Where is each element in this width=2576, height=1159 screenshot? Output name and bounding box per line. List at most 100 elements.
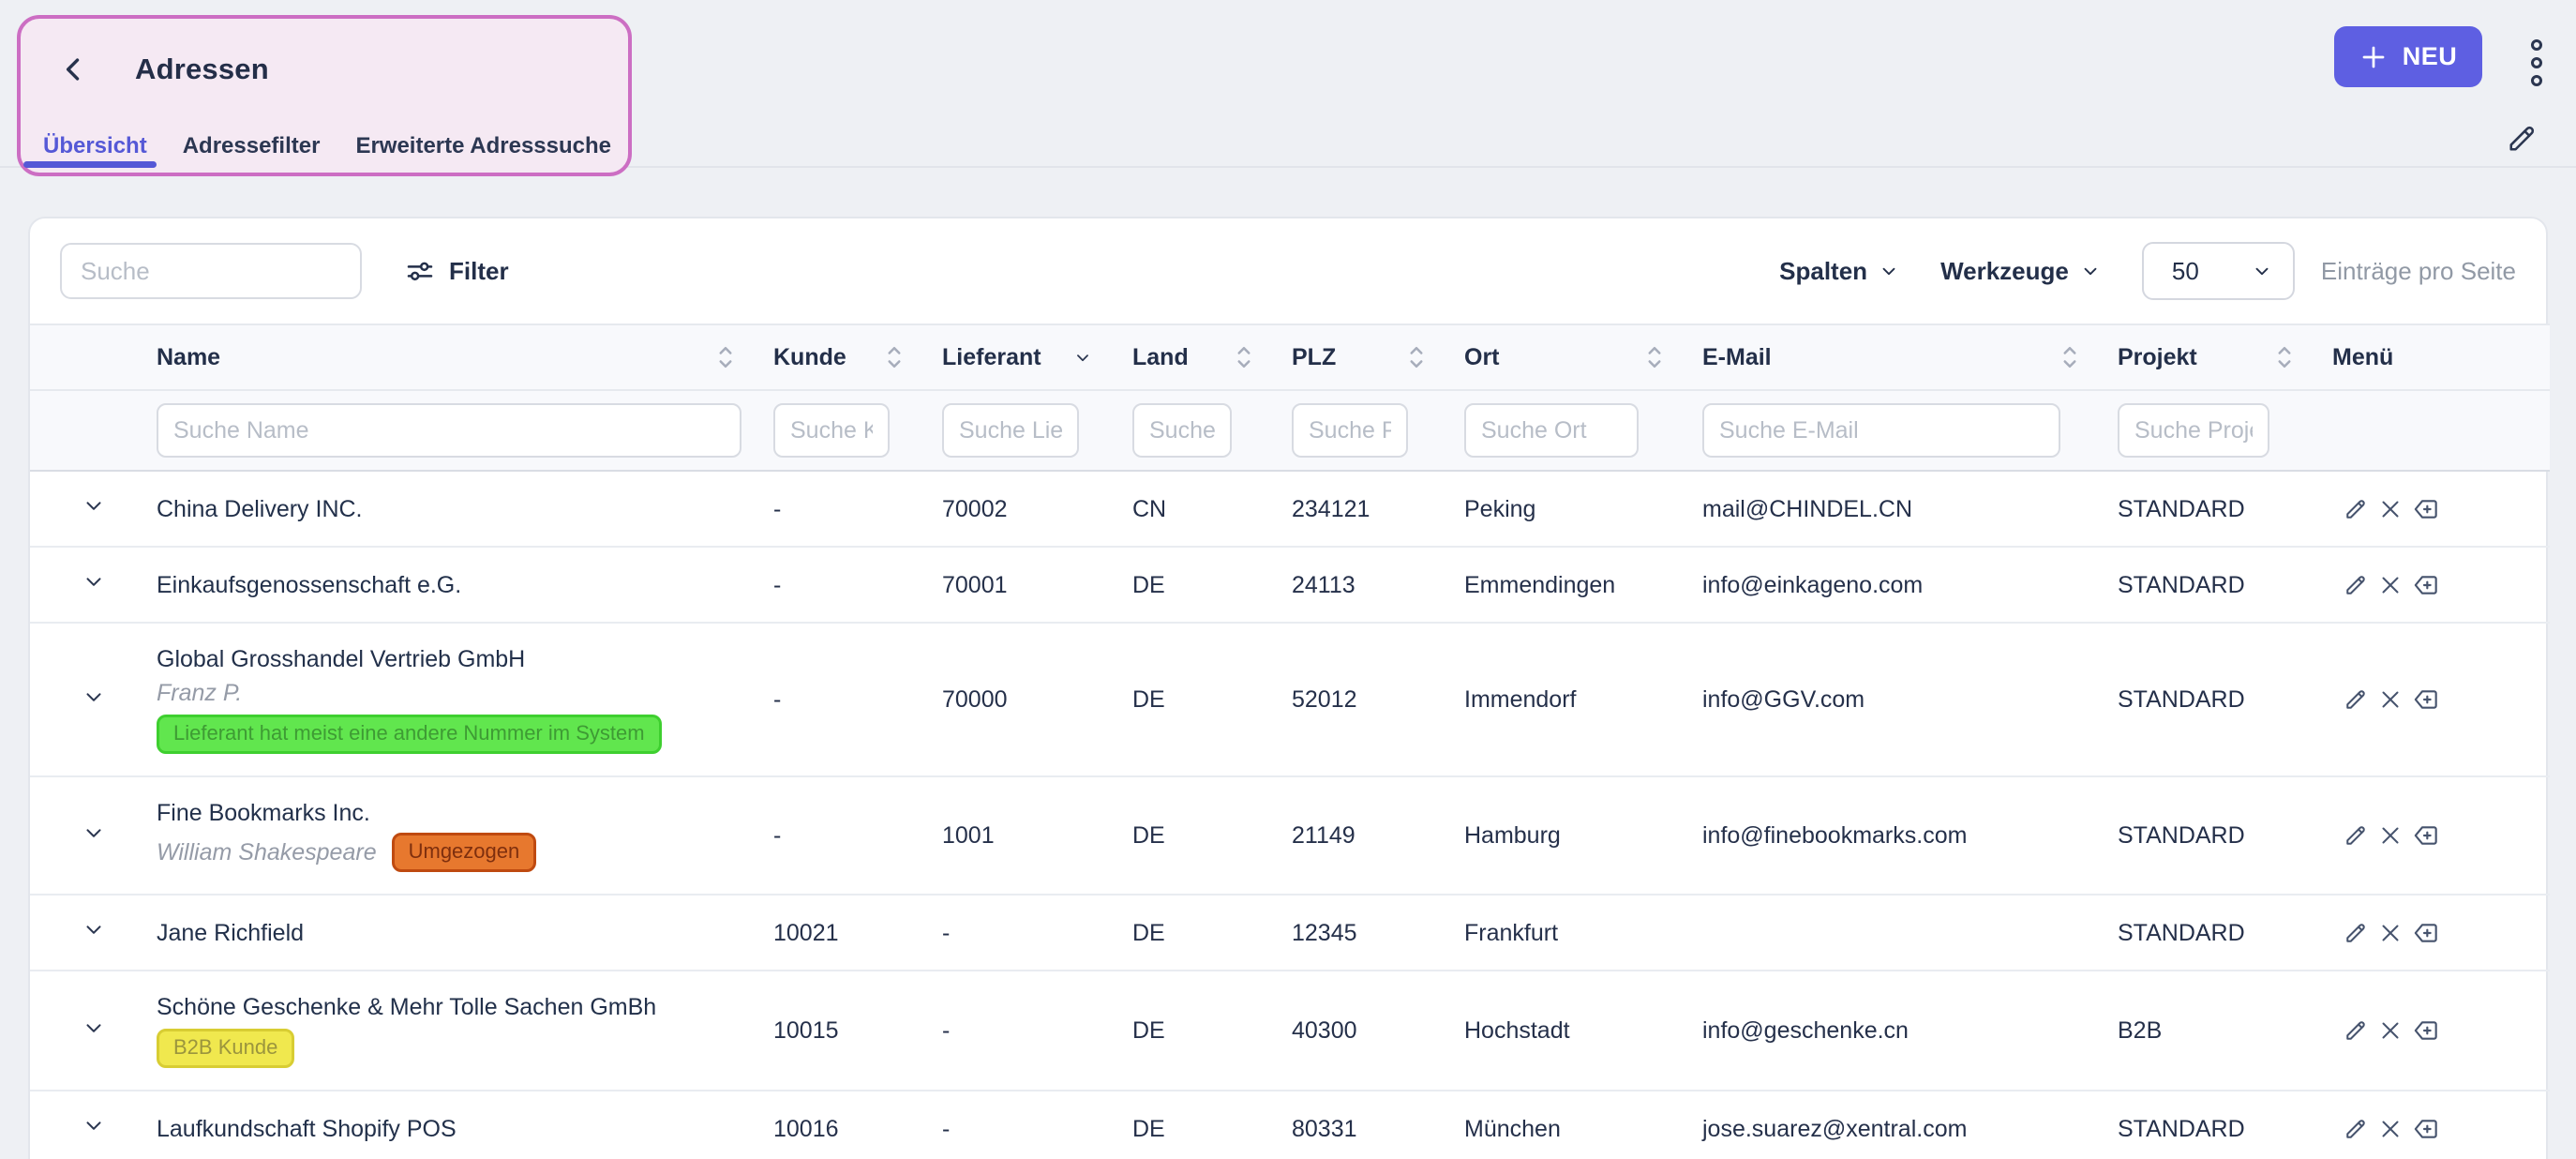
- row-expand-button[interactable]: [82, 1113, 106, 1137]
- row-edit-button[interactable]: [2342, 1016, 2370, 1045]
- row-edit-button[interactable]: [2342, 495, 2370, 523]
- row-tag-add-button[interactable]: [2411, 570, 2441, 600]
- lieferant-cell: 70001: [942, 547, 1132, 623]
- row-delete-button[interactable]: [2376, 685, 2404, 714]
- name-cell: Schöne Geschenke & Mehr Tolle Sachen GmB…: [157, 971, 773, 1091]
- row-name: Laufkundschaft Shopify POS: [157, 1115, 755, 1143]
- row-edit-button[interactable]: [2342, 571, 2370, 599]
- chevron-down-icon: [2080, 261, 2101, 281]
- plz-cell: 12345: [1292, 895, 1464, 971]
- row-edit-button[interactable]: [2342, 919, 2370, 947]
- ort-cell: Hochstadt: [1464, 971, 1702, 1091]
- column-header-plz[interactable]: PLZ: [1292, 324, 1464, 390]
- row-tag-add-button[interactable]: [2411, 494, 2441, 524]
- projekt-cell: STANDARD: [2118, 895, 2332, 971]
- sort-icon[interactable]: [2276, 343, 2293, 371]
- row-delete-button[interactable]: [2376, 1016, 2404, 1045]
- row-edit-button[interactable]: [2342, 1115, 2370, 1143]
- column-search-plz[interactable]: [1292, 403, 1408, 458]
- tab-übersicht[interactable]: Übersicht: [43, 133, 147, 159]
- column-search-ort[interactable]: [1464, 403, 1639, 458]
- column-search-name[interactable]: [157, 403, 741, 458]
- lieferant-cell: -: [942, 895, 1132, 971]
- column-header-lieferant[interactable]: Lieferant: [942, 324, 1132, 390]
- sort-desc-icon[interactable]: [1072, 347, 1093, 368]
- projekt-cell: STANDARD: [2118, 623, 2332, 776]
- pencil-icon: [2342, 495, 2370, 523]
- neu-button[interactable]: NEU: [2334, 26, 2482, 87]
- column-search-row: [30, 390, 2550, 471]
- active-tab-underline: [23, 161, 157, 168]
- row-expand-button[interactable]: [82, 1016, 106, 1040]
- pencil-icon: [2342, 685, 2370, 714]
- page-header-highlight: Adressen ÜbersichtAdressefilterErweitert…: [17, 15, 632, 176]
- sort-icon[interactable]: [2061, 343, 2078, 371]
- tab-adressefilter[interactable]: Adressefilter: [183, 133, 321, 159]
- row-tag-add-button[interactable]: [2411, 918, 2441, 948]
- pencil-icon: [2342, 919, 2370, 947]
- row-tag-add-button[interactable]: [2411, 1114, 2441, 1144]
- row-delete-button[interactable]: [2376, 919, 2404, 947]
- kunde-cell: 10021: [773, 895, 942, 971]
- address-table-card: Filter Spalten Werkzeuge 50 Ei: [28, 217, 2548, 1159]
- column-header-land[interactable]: Land: [1132, 324, 1292, 390]
- sort-icon[interactable]: [1408, 343, 1425, 371]
- name-cell: Fine Bookmarks Inc.William ShakespeareUm…: [157, 776, 773, 895]
- close-icon: [2376, 1115, 2404, 1143]
- row-tag-add-button[interactable]: [2411, 820, 2441, 850]
- page-size-select[interactable]: 50: [2142, 242, 2295, 300]
- sort-icon[interactable]: [886, 343, 903, 371]
- row-expand-button[interactable]: [82, 917, 106, 941]
- row-delete-button[interactable]: [2376, 1115, 2404, 1143]
- header-expand-col: [30, 324, 157, 390]
- email-cell: info@geschenke.cn: [1702, 971, 2118, 1091]
- werkzeuge-dropdown[interactable]: Werkzeuge: [1940, 257, 2101, 286]
- column-search-lieferant[interactable]: [942, 403, 1079, 458]
- land-cell: DE: [1132, 776, 1292, 895]
- table-body: China Delivery INC. - 70002 CN 234121 Pe…: [30, 471, 2550, 1159]
- email-cell: [1702, 895, 2118, 971]
- row-delete-button[interactable]: [2376, 571, 2404, 599]
- kebab-menu-button[interactable]: [2531, 26, 2542, 86]
- search-input[interactable]: [60, 243, 362, 299]
- kunde-cell: -: [773, 471, 942, 547]
- column-search-kunde[interactable]: [773, 403, 890, 458]
- spalten-dropdown[interactable]: Spalten: [1779, 257, 1899, 286]
- row-edit-button[interactable]: [2342, 821, 2370, 850]
- row-tag-add-button[interactable]: [2411, 1016, 2441, 1046]
- row-name: Schöne Geschenke & Mehr Tolle Sachen GmB…: [157, 993, 755, 1021]
- ort-cell: Frankfurt: [1464, 895, 1702, 971]
- kunde-cell: -: [773, 547, 942, 623]
- land-cell: CN: [1132, 471, 1292, 547]
- row-delete-button[interactable]: [2376, 495, 2404, 523]
- address-table: Name Kunde Lieferant Land PLZ Ort E-Mail…: [30, 324, 2550, 1159]
- filter-button[interactable]: Filter: [405, 256, 509, 286]
- column-search-land[interactable]: [1132, 403, 1232, 458]
- column-search-projekt[interactable]: [2118, 403, 2269, 458]
- sort-icon[interactable]: [1646, 343, 1663, 371]
- tag-plus-icon: [2411, 918, 2441, 948]
- row-delete-button[interactable]: [2376, 821, 2404, 850]
- projekt-cell: STANDARD: [2118, 1091, 2332, 1159]
- column-header-kunde[interactable]: Kunde: [773, 324, 942, 390]
- tab-erweiterte-adresssuche[interactable]: Erweiterte Adresssuche: [355, 133, 611, 159]
- sort-icon[interactable]: [717, 343, 734, 371]
- page-edit-button[interactable]: [2505, 122, 2539, 156]
- sort-icon[interactable]: [1236, 343, 1252, 371]
- name-cell: Laufkundschaft Shopify POS: [157, 1091, 773, 1159]
- row-expand-button[interactable]: [82, 820, 106, 845]
- row-expand-button[interactable]: [82, 569, 106, 594]
- row-expand-button[interactable]: [82, 685, 106, 709]
- lieferant-cell: 1001: [942, 776, 1132, 895]
- column-search-email[interactable]: [1702, 403, 2060, 458]
- row-expand-button[interactable]: [82, 493, 106, 518]
- column-header-projekt[interactable]: Projekt: [2118, 324, 2332, 390]
- row-tag-add-button[interactable]: [2411, 685, 2441, 715]
- column-header-email[interactable]: E-Mail: [1702, 324, 2118, 390]
- row-name: China Delivery INC.: [157, 495, 755, 523]
- back-button[interactable]: [58, 53, 90, 85]
- email-cell: info@einkageno.com: [1702, 547, 2118, 623]
- column-header-ort[interactable]: Ort: [1464, 324, 1702, 390]
- column-header-name[interactable]: Name: [157, 324, 773, 390]
- row-edit-button[interactable]: [2342, 685, 2370, 714]
